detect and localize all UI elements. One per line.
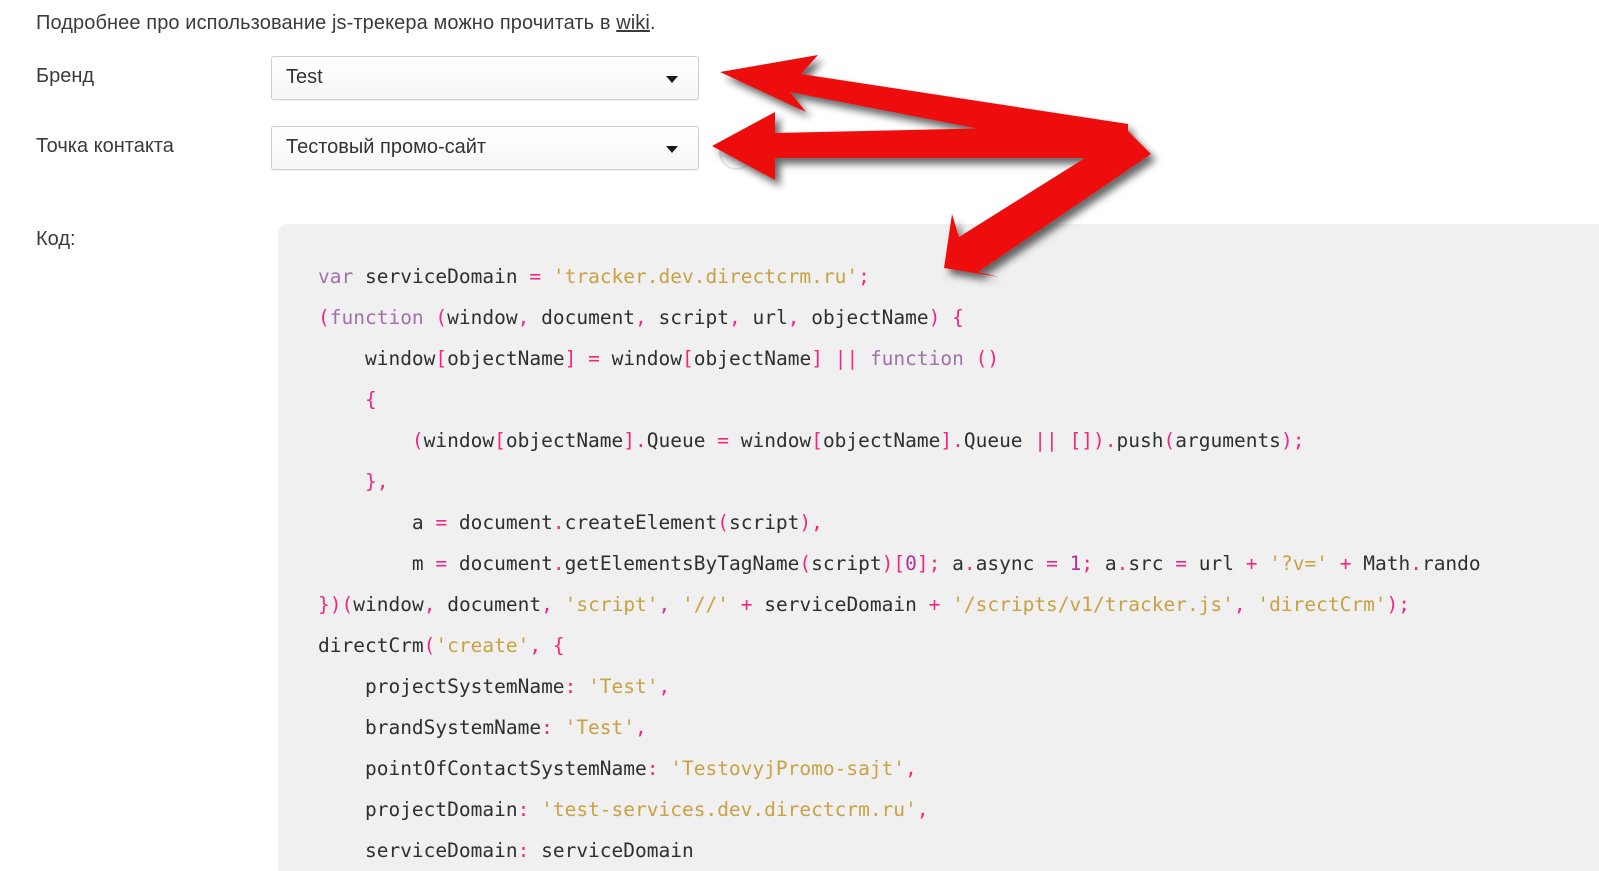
- code-line: (function (window, document, script, url…: [318, 306, 964, 329]
- code-line: directCrm('create', {: [318, 634, 565, 657]
- code-line: m = document.getElementsByTagName(script…: [411, 552, 1481, 575]
- code-line: {: [364, 388, 377, 411]
- code-line: var serviceDomain = 'tracker.dev.directc…: [318, 265, 870, 288]
- code-line: a = document.createElement(script),: [411, 511, 823, 534]
- page-root: Подробнее про использование js-трекера м…: [0, 0, 1599, 871]
- code-line: window[objectName] = window[objectName] …: [364, 347, 1000, 370]
- code-line: },: [364, 470, 389, 493]
- code-line: })(window, document, 'script', '//' + se…: [318, 593, 1411, 616]
- code-lines: var serviceDomain = 'tracker.dev.directc…: [278, 256, 1599, 871]
- intro-text-before: Подробнее про использование js-трекера м…: [36, 12, 617, 34]
- point-of-contact-label: Точка контакта: [36, 135, 174, 157]
- code-label: Код:: [36, 228, 76, 250]
- form-row-point-of-contact: Точка контакта Тестовый промо-сайт: [0, 126, 1599, 170]
- brand-select[interactable]: Test: [271, 56, 699, 100]
- code-line: (window[objectName].Queue = window[objec…: [411, 429, 1305, 452]
- point-of-contact-select[interactable]: Тестовый промо-сайт: [271, 126, 699, 170]
- code-line: projectSystemName: 'Test',: [364, 675, 671, 698]
- loading-spinner-icon: [719, 135, 754, 170]
- chevron-down-icon: [666, 76, 678, 83]
- intro-text-after: .: [649, 12, 656, 34]
- wiki-link[interactable]: wiki: [616, 12, 650, 34]
- point-of-contact-select-value: Тестовый промо-сайт: [286, 136, 487, 158]
- chevron-down-icon: [666, 146, 678, 153]
- code-line: pointOfContactSystemName: 'TestovyjPromo…: [364, 757, 917, 780]
- intro-text: Подробнее про использование js-трекера м…: [36, 12, 656, 35]
- code-line: brandSystemName: 'Test',: [364, 716, 647, 739]
- code-block[interactable]: var serviceDomain = 'tracker.dev.directc…: [278, 224, 1599, 871]
- brand-select-value: Test: [286, 66, 323, 88]
- brand-label: Бренд: [36, 65, 95, 87]
- form-row-brand: Бренд Test: [0, 56, 1599, 100]
- code-line: serviceDomain: serviceDomain: [364, 839, 694, 862]
- code-line: projectDomain: 'test-services.dev.direct…: [364, 798, 929, 821]
